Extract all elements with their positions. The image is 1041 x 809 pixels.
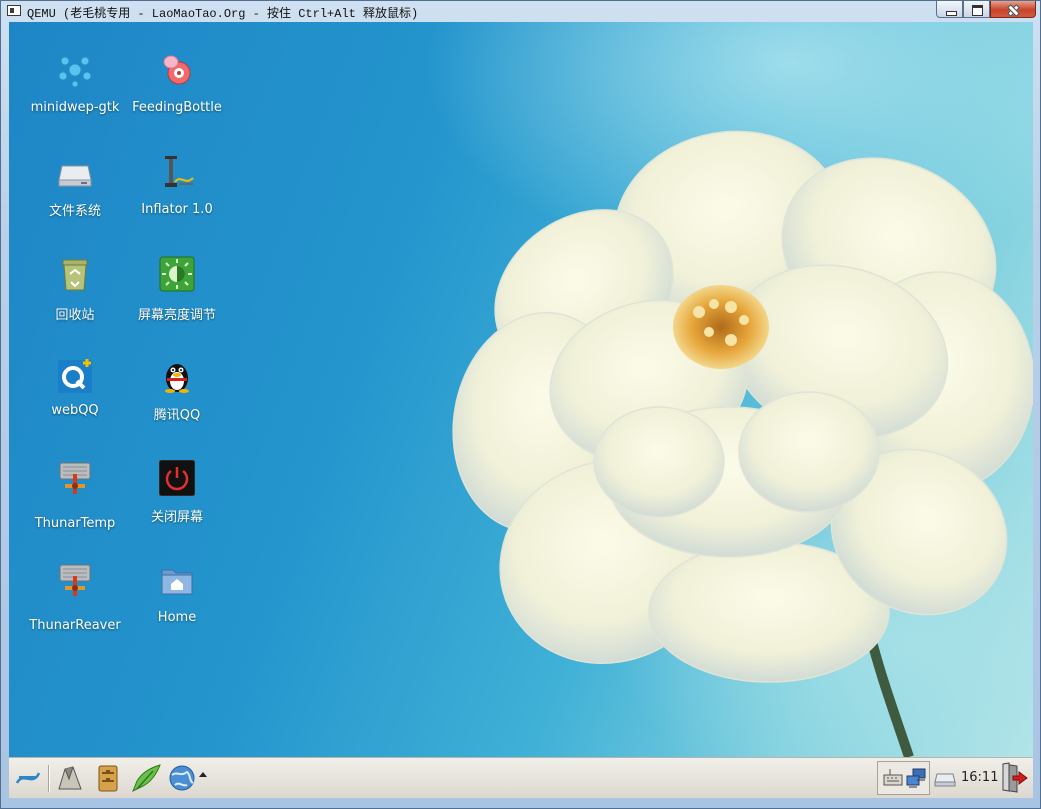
desktop-icon-webqq[interactable]: webQQ bbox=[25, 358, 125, 448]
taskbar: 16:11 bbox=[9, 757, 1033, 798]
desktop-icon-brightness[interactable]: 屏幕亮度调节 bbox=[127, 256, 227, 346]
desktop-icon-filesystem[interactable]: 文件系统 bbox=[25, 154, 125, 244]
window-title: QEMU (老毛桃专用 - LaoMaoTao.Org - 按住 Ctrl+Al… bbox=[27, 7, 419, 21]
drive-icon bbox=[58, 165, 92, 187]
menu-icon[interactable] bbox=[13, 763, 43, 793]
qemu-window: QEMU (老毛桃专用 - LaoMaoTao.Org - 按住 Ctrl+Al… bbox=[0, 0, 1041, 809]
file-manager-icon[interactable] bbox=[93, 763, 123, 793]
thunar-reaver-icon bbox=[59, 564, 91, 596]
desktop-icon-label: Home bbox=[157, 610, 197, 625]
taskbar-expand-arrow-icon[interactable] bbox=[199, 772, 207, 777]
terminal-icon[interactable] bbox=[55, 763, 85, 793]
qemu-window-icon[interactable] bbox=[7, 5, 21, 16]
desktop-icon-thunartemp[interactable]: ThunarTemp bbox=[25, 460, 125, 550]
webqq-icon bbox=[58, 359, 92, 393]
desktop-icon-tencent-qq[interactable]: 腾讯QQ bbox=[127, 358, 227, 448]
desktop-icon-screen-off[interactable]: 关闭屏幕 bbox=[127, 460, 227, 550]
thunar-temp-icon bbox=[59, 462, 91, 494]
keyboard-icon[interactable] bbox=[882, 767, 904, 789]
desktop-icon-label: Inflator 1.0 bbox=[141, 202, 213, 217]
desktop-icon-recycle-bin[interactable]: 回收站 bbox=[25, 256, 125, 346]
system-tray bbox=[877, 761, 930, 795]
title-bar[interactable]: QEMU (老毛桃专用 - LaoMaoTao.Org - 按住 Ctrl+Al… bbox=[1, 1, 1041, 22]
recycle-bin-icon bbox=[62, 259, 88, 291]
home-folder-icon bbox=[161, 569, 193, 595]
maximize-button[interactable] bbox=[963, 1, 990, 18]
desktop-icon-thunarreaver[interactable]: ThunarReaver bbox=[25, 562, 125, 652]
wifi-crack-icon bbox=[58, 56, 92, 88]
editor-icon[interactable] bbox=[131, 763, 161, 793]
desktop-icon-minidwep-gtk[interactable]: minidwep-gtk bbox=[25, 52, 125, 142]
minimize-button[interactable] bbox=[936, 1, 963, 18]
clock[interactable]: 16:11 bbox=[961, 770, 998, 785]
close-button[interactable] bbox=[990, 1, 1036, 18]
desktop-icon-label: 屏幕亮度调节 bbox=[137, 308, 216, 323]
guest-desktop[interactable]: minidwep-gtk 文件系统 回收站 webQQ ThunarTemp T… bbox=[9, 22, 1033, 798]
power-icon bbox=[159, 460, 195, 496]
logout-icon[interactable] bbox=[999, 762, 1029, 794]
desktop-icon-feedingbottle[interactable]: FeedingBottle bbox=[127, 52, 227, 142]
feeding-bottle-icon bbox=[163, 55, 191, 85]
desktop-icon-home[interactable]: Home bbox=[127, 562, 227, 652]
desktop-icon-label: 关闭屏幕 bbox=[150, 510, 203, 525]
network-icon[interactable] bbox=[905, 767, 927, 789]
desktop-icon-inflator[interactable]: Inflator 1.0 bbox=[127, 154, 227, 244]
drive-mount-icon[interactable] bbox=[933, 766, 957, 790]
desktop-icon-label: FeedingBottle bbox=[132, 100, 222, 115]
taskbar-separator bbox=[48, 765, 49, 792]
inflator-pump-icon bbox=[165, 156, 194, 187]
brightness-icon bbox=[159, 256, 195, 292]
caption-buttons bbox=[936, 1, 1036, 19]
qq-penguin-icon bbox=[165, 364, 189, 393]
desktop-icon-label: 腾讯QQ bbox=[153, 408, 201, 423]
browser-icon[interactable] bbox=[167, 763, 197, 793]
